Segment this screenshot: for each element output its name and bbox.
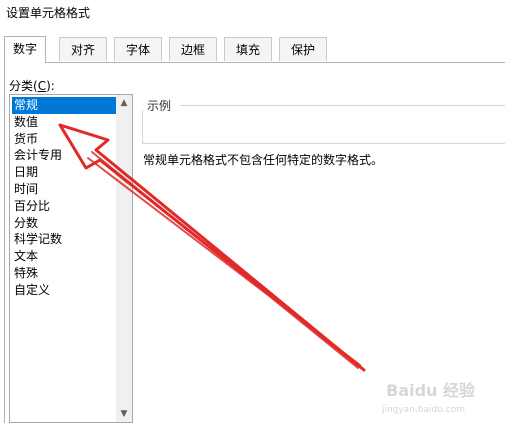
tab-protection[interactable]: 保护 [279,37,327,61]
list-item[interactable]: 分数 [12,215,116,232]
list-item[interactable]: 自定义 [12,282,116,299]
dialog-title: 设置单元格格式 [6,6,91,20]
tab-font[interactable]: 字体 [114,37,162,61]
format-description: 常规单元格格式不包含任何特定的数字格式。 [143,153,384,167]
tab-border[interactable]: 边框 [169,37,217,61]
list-item[interactable]: 会计专用 [12,147,116,164]
watermark-url: jingyan.baidu.com [381,405,465,415]
list-item[interactable]: 日期 [12,164,116,181]
category-listbox[interactable]: 常规 数值 货币 会计专用 日期 时间 百分比 分数 科学记数 文本 特殊 自定义 ▲ ▼ [9,94,133,423]
list-item[interactable]: 常规 [12,97,116,114]
list-item[interactable]: 百分比 [12,198,116,215]
scroll-up-icon[interactable]: ▲ [116,95,132,111]
list-item[interactable]: 科学记数 [12,231,116,248]
sample-box [142,110,505,144]
list-item[interactable]: 文本 [12,248,116,265]
scroll-down-icon[interactable]: ▼ [116,406,132,422]
list-item[interactable]: 数值 [12,114,116,131]
watermark-logo: Baidu 经验 [386,381,475,400]
scrollbar[interactable]: ▲ ▼ [116,95,132,422]
category-label: 分类(C): [9,79,55,93]
tab-number[interactable]: 数字 [4,36,46,63]
tab-alignment[interactable]: 对齐 [59,37,107,61]
category-list: 常规 数值 货币 会计专用 日期 时间 百分比 分数 科学记数 文本 特殊 自定义 [12,97,116,299]
list-item[interactable]: 货币 [12,131,116,148]
tab-fill[interactable]: 填充 [224,37,272,61]
list-item[interactable]: 时间 [12,181,116,198]
list-item[interactable]: 特殊 [12,265,116,282]
sample-divider [180,105,505,106]
